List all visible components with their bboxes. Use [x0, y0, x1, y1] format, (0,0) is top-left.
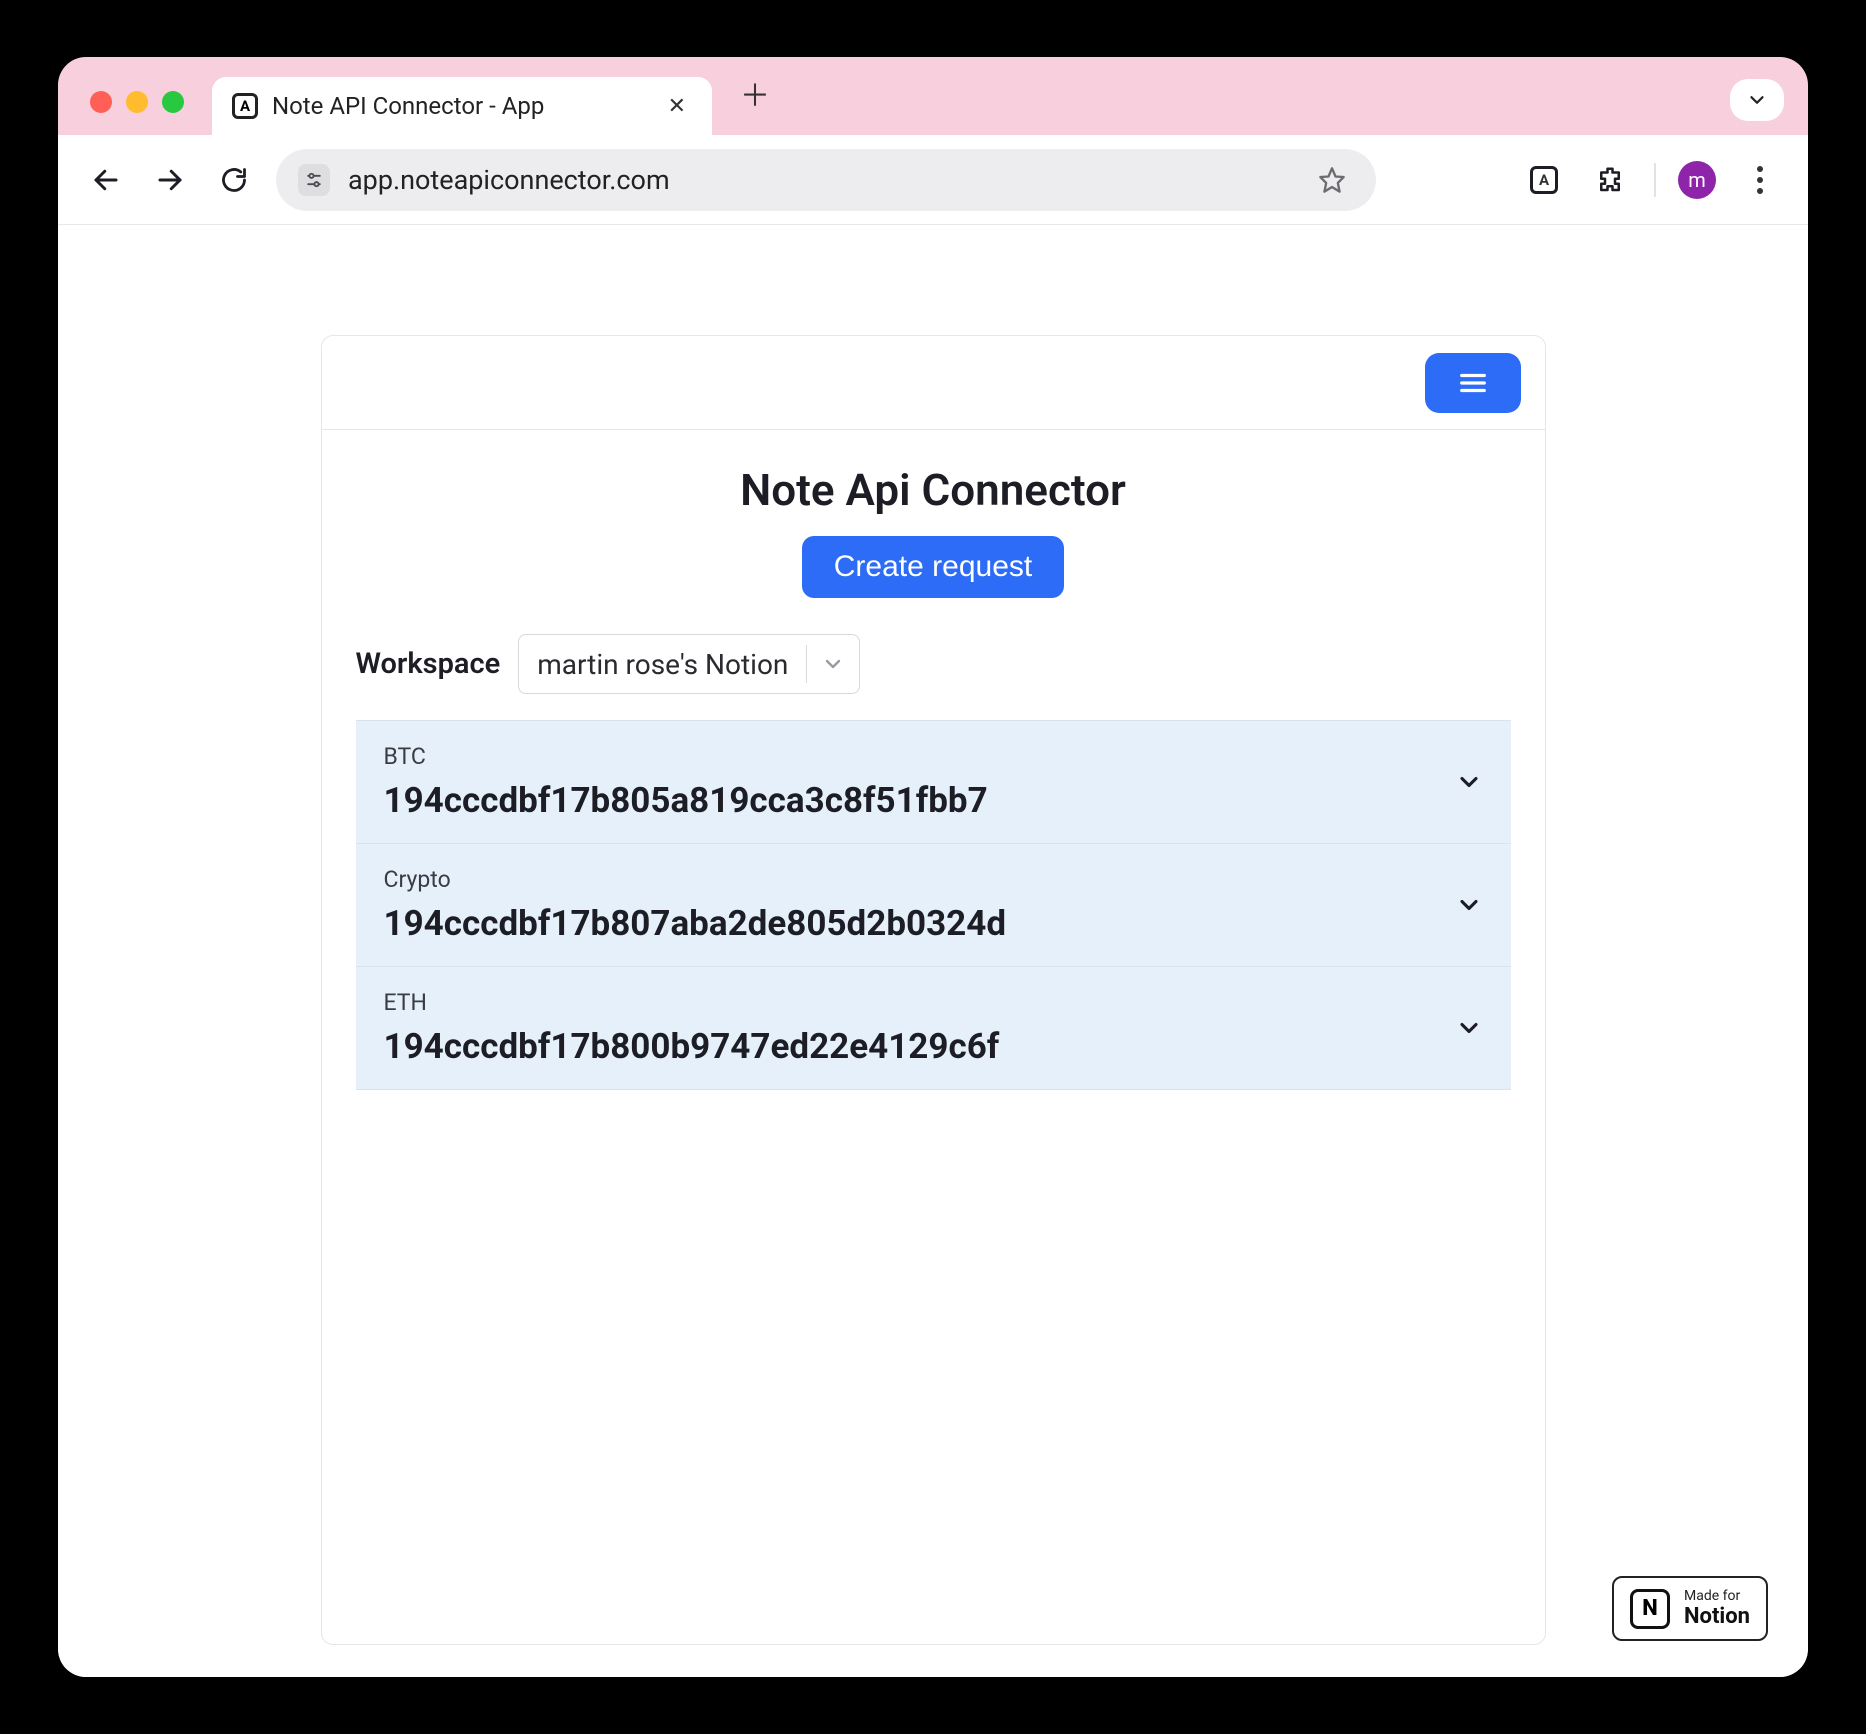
address-bar[interactable]: app.noteapiconnector.com [276, 149, 1376, 211]
notion-logo-icon: N [1630, 1589, 1670, 1629]
reload-button[interactable] [212, 158, 256, 202]
app-header [322, 336, 1545, 430]
close-tab-button[interactable]: ✕ [662, 90, 692, 123]
create-request-button[interactable]: Create request [802, 536, 1064, 598]
made-for-notion-badge[interactable]: N Made for Notion [1612, 1576, 1768, 1641]
tabs-dropdown-button[interactable] [1730, 79, 1784, 121]
new-tab-button[interactable]: ＋ [730, 65, 780, 121]
workspace-selected-value: martin rose's Notion [519, 648, 806, 681]
list-item[interactable]: BTC 194cccdbf17b805a819cca3c8f51fbb7 [356, 721, 1511, 844]
workspace-label: Workspace [356, 647, 501, 681]
window-controls [90, 91, 184, 113]
item-id: 194cccdbf17b800b9747ed22e4129c6f [384, 1026, 1435, 1067]
favicon-icon: A [232, 93, 258, 119]
close-window-button[interactable] [90, 91, 112, 113]
tab-strip: A Note API Connector - App ✕ ＋ [58, 57, 1808, 135]
browser-toolbar: app.noteapiconnector.com A m [58, 135, 1808, 225]
workspace-row: Workspace martin rose's Notion [356, 634, 1511, 694]
badge-text: Made for Notion [1684, 1588, 1750, 1629]
chevron-down-icon [1455, 891, 1483, 919]
workspace-select[interactable]: martin rose's Notion [518, 634, 860, 694]
avatar-initial: m [1688, 168, 1706, 192]
list-item[interactable]: Crypto 194cccdbf17b807aba2de805d2b0324d [356, 844, 1511, 967]
browser-tab[interactable]: A Note API Connector - App ✕ [212, 77, 712, 135]
tab-title: Note API Connector - App [272, 92, 648, 120]
browser-window: A Note API Connector - App ✕ ＋ app.notea… [58, 57, 1808, 1677]
item-label: ETH [384, 989, 1435, 1016]
item-id: 194cccdbf17b805a819cca3c8f51fbb7 [384, 780, 1435, 821]
page-title: Note Api Connector [356, 464, 1511, 516]
app-card: Note Api Connector Create request Worksp… [321, 335, 1546, 1645]
profile-avatar[interactable]: m [1678, 161, 1716, 199]
toolbar-separator [1654, 163, 1656, 197]
back-button[interactable] [84, 158, 128, 202]
chevron-down-icon [807, 652, 859, 676]
minimize-window-button[interactable] [126, 91, 148, 113]
item-id: 194cccdbf17b807aba2de805d2b0324d [384, 903, 1435, 944]
list-item[interactable]: ETH 194cccdbf17b800b9747ed22e4129c6f [356, 967, 1511, 1090]
request-list: BTC 194cccdbf17b805a819cca3c8f51fbb7 Cry… [356, 720, 1511, 1090]
page-viewport: Note Api Connector Create request Worksp… [58, 225, 1808, 1677]
forward-button[interactable] [148, 158, 192, 202]
chevron-down-icon [1455, 1014, 1483, 1042]
menu-button[interactable] [1425, 353, 1521, 413]
site-settings-icon[interactable] [298, 164, 330, 196]
item-label: Crypto [384, 866, 1435, 893]
browser-menu-button[interactable] [1738, 158, 1782, 202]
toolbar-right: A m [1522, 158, 1782, 202]
chevron-down-icon [1455, 768, 1483, 796]
fullscreen-window-button[interactable] [162, 91, 184, 113]
bookmark-star-icon[interactable] [1310, 158, 1354, 202]
extensions-puzzle-icon[interactable] [1588, 158, 1632, 202]
item-label: BTC [384, 743, 1435, 770]
url-text: app.noteapiconnector.com [348, 164, 1292, 196]
extension-note-icon[interactable]: A [1522, 158, 1566, 202]
